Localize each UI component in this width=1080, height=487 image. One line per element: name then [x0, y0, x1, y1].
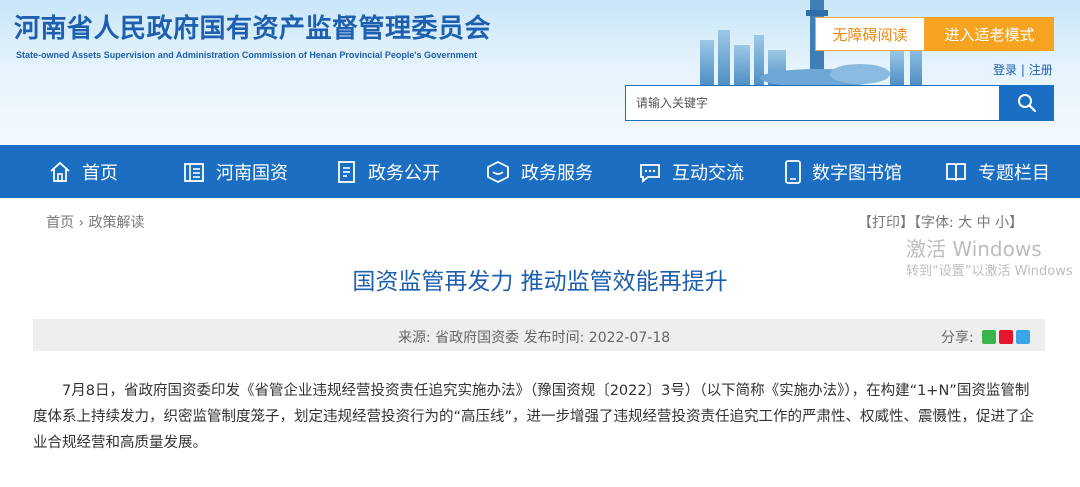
- nav-label: 政务公开: [368, 162, 440, 184]
- accessible-reading-button[interactable]: 无障碍阅读: [815, 17, 925, 51]
- breadcrumb-home[interactable]: 首页: [46, 215, 74, 231]
- share-bar: 分享:: [941, 327, 1030, 347]
- article-meta-bar: 来源: 省政府国资委 发布时间: 2022-07-18 分享:: [33, 319, 1045, 351]
- breadcrumb: 首页 › 政策解读: [46, 212, 145, 232]
- auth-links: 登录 | 注册: [993, 61, 1053, 78]
- search-button[interactable]: [1000, 85, 1054, 121]
- nav-label: 河南国资: [216, 162, 288, 184]
- nav-item-henan-assets[interactable]: 河南国资: [182, 145, 288, 198]
- main-nav: 首页 河南国资 政务公开 政务服务 互动交流 数字图书馆 专题栏目: [0, 145, 1080, 198]
- nav-label: 数字图书馆: [812, 162, 902, 184]
- breadcrumb-separator: ›: [74, 215, 89, 231]
- weibo-icon[interactable]: [998, 330, 1013, 344]
- register-link[interactable]: 注册: [1029, 63, 1053, 77]
- nav-label: 互动交流: [672, 162, 744, 184]
- document-icon: [338, 160, 355, 183]
- qq-icon[interactable]: [1015, 330, 1030, 344]
- login-link[interactable]: 登录: [993, 63, 1017, 77]
- building-icon: [184, 162, 204, 182]
- article-tools: 【打印】【字体: 大 中 小】: [858, 212, 1023, 232]
- nav-item-government-affairs[interactable]: 政务公开: [336, 145, 440, 198]
- site-title: 河南省人民政府国有资产监督管理委员会: [14, 14, 492, 44]
- nav-item-government-services[interactable]: 政务服务: [485, 145, 593, 198]
- nav-label: 首页: [82, 162, 118, 184]
- service-icon: [487, 160, 509, 183]
- font-size-close: 】: [1009, 215, 1024, 231]
- activate-windows-watermark-hint: 转到“设置”以激活 Windows: [906, 264, 1073, 279]
- article-paragraph: 7月8日，省政府国资委印发《省管企业违规经营投资责任追究实施办法》（豫国资规〔2…: [33, 383, 1035, 451]
- font-size-medium[interactable]: 中: [977, 215, 991, 231]
- print-button[interactable]: 【打印】: [858, 215, 914, 231]
- elder-mode-button[interactable]: 进入适老模式: [925, 17, 1054, 51]
- search-input[interactable]: [625, 85, 1000, 121]
- book-icon: [946, 162, 966, 181]
- nav-label: 专题栏目: [978, 162, 1050, 184]
- chat-icon: [640, 163, 660, 183]
- nav-item-digital-library[interactable]: 数字图书馆: [784, 145, 902, 198]
- nav-item-home[interactable]: 首页: [48, 145, 118, 198]
- search-icon: [1018, 94, 1037, 113]
- auth-separator: |: [1020, 63, 1025, 77]
- nav-item-interaction[interactable]: 互动交流: [638, 145, 744, 198]
- font-size-large[interactable]: 大: [958, 215, 972, 231]
- font-size-small[interactable]: 小: [995, 215, 1009, 231]
- home-icon: [50, 161, 70, 182]
- article-meta: 来源: 省政府国资委 发布时间: 2022-07-18: [398, 330, 671, 346]
- nav-item-special-topics[interactable]: 专题栏目: [944, 145, 1050, 198]
- share-label: 分享:: [941, 330, 974, 346]
- site-header: 河南省人民政府国有资产监督管理委员会 State-owned Assets Su…: [0, 0, 1080, 145]
- nav-label: 政务服务: [521, 162, 593, 184]
- breadcrumb-current[interactable]: 政策解读: [89, 215, 145, 231]
- wechat-icon[interactable]: [981, 330, 996, 344]
- site-subtitle: State-owned Assets Supervision and Admin…: [16, 50, 478, 60]
- phone-icon: [785, 159, 801, 184]
- font-size-label: 【字体:: [914, 215, 959, 231]
- activate-windows-watermark-title: 激活 Windows: [906, 237, 1042, 261]
